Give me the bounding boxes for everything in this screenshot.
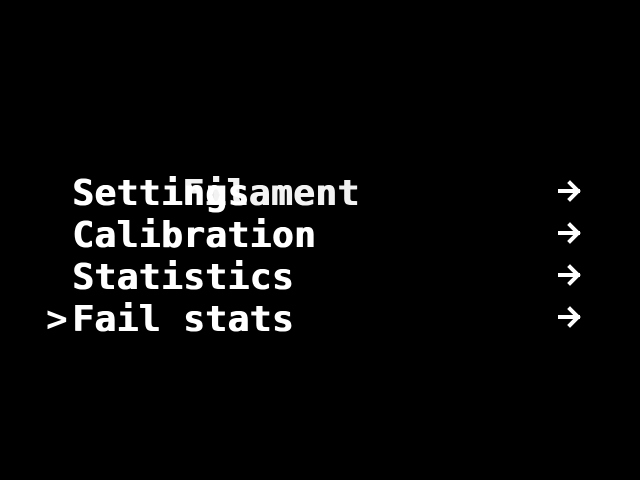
arrow-right-icon: [556, 218, 586, 248]
menu-item-fail-stats[interactable]: > Fail stats: [0, 300, 640, 340]
menu-item-label: Statistics: [72, 257, 294, 298]
selection-cursor: >: [46, 299, 68, 340]
menu-item-label: Settings Filament: [72, 173, 360, 214]
lcd-screen: SettingsFilament Calibration Statistics: [0, 0, 640, 480]
arrow-right-icon: [556, 260, 586, 290]
menu-item-calibration[interactable]: Calibration: [0, 216, 640, 256]
menu-item-statistics[interactable]: Statistics: [0, 258, 640, 298]
main-menu: SettingsFilament Calibration Statistics: [0, 0, 640, 480]
arrow-right-icon: [556, 302, 586, 332]
menu-item-label: Calibration: [72, 215, 316, 256]
arrow-right-icon: [556, 176, 586, 206]
menu-item-label: Fail stats: [72, 299, 294, 340]
menu-item-settings[interactable]: Settings Filament: [0, 174, 640, 214]
menu-item-overlay-label: Filament: [182, 173, 360, 214]
